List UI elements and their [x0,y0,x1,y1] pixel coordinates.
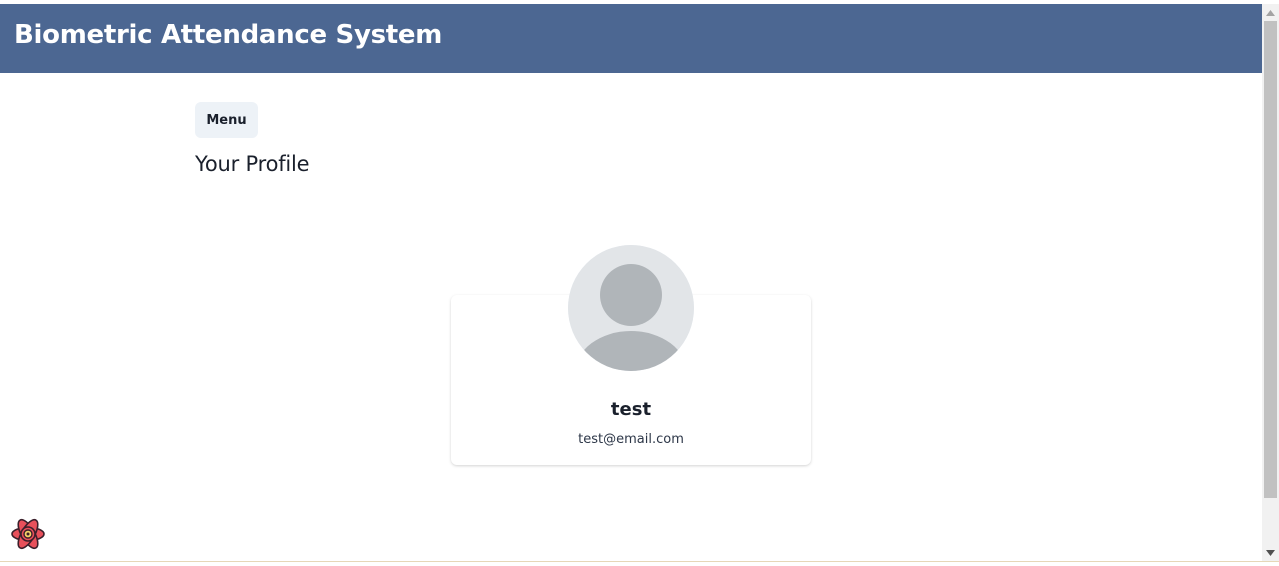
app-header: Biometric Attendance System [0,4,1262,73]
page-title: Your Profile [195,152,310,176]
app-title: Biometric Attendance System [14,20,443,50]
page-viewport: Biometric Attendance System Menu Your Pr… [0,4,1262,561]
scrollbar-thumb[interactable] [1264,21,1277,498]
default-user-avatar-icon [568,245,694,371]
menu-button[interactable]: Menu [195,102,258,138]
scroll-down-arrow-icon[interactable] [1262,544,1279,561]
vertical-scrollbar[interactable] [1262,4,1279,561]
react-devtools-icon[interactable] [10,516,46,552]
scroll-up-arrow-icon[interactable] [1262,4,1279,21]
window-bottom-edge [0,561,1279,566]
profile-email: test@email.com [578,432,684,447]
profile-name: test [610,399,652,420]
